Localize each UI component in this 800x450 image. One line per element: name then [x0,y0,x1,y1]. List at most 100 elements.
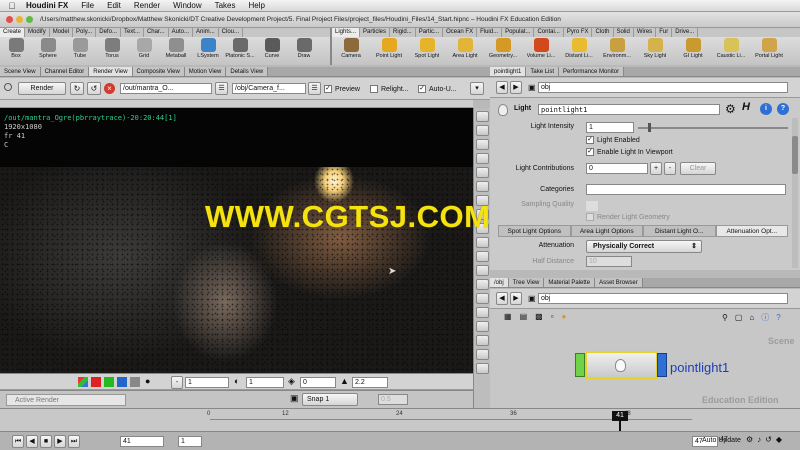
exposure-field[interactable]: 1 [185,377,229,388]
timeline[interactable]: 0 12 24 36 48 41 [0,408,800,431]
shelf-left-tab-poly[interactable]: Poly... [73,28,97,37]
shelf-right-tool-portal-light[interactable]: Portal Light [750,37,788,65]
network-list-icon[interactable]: ▦ [504,312,512,321]
view-icon[interactable] [476,349,489,360]
crop-icon[interactable] [476,153,489,164]
snapshot-icon[interactable]: ▣ [290,393,299,404]
keys-icon[interactable]: ◆ [776,435,782,444]
light-contributions-field[interactable]: 0 [586,163,648,174]
tab-material-palette[interactable]: Material Palette [544,278,596,287]
jump-start-icon[interactable]: ⏮ [12,435,24,448]
channels-icon[interactable] [476,307,489,318]
current-frame-marker[interactable]: 41 [612,411,628,421]
shelf-right-tool-volume-li[interactable]: Volume Li... [522,37,560,65]
alpha-channel-icon[interactable] [130,377,140,387]
shelf-right-tool-area-light[interactable]: Area Light [446,37,484,65]
clear-button[interactable]: Clear [680,162,716,175]
shelf-left-tab-anim[interactable]: Anim... [193,28,219,37]
shelf-right-tool-gi-light[interactable]: GI Light [674,37,712,65]
pan-icon[interactable] [476,111,489,122]
tab-composite-view[interactable]: Composite View [132,67,185,76]
shelf-left-tool-lsystem[interactable]: LSystem [192,37,224,65]
tab-tree-view[interactable]: Tree View [508,278,545,287]
shelf-right-tool-sky-light[interactable]: Sky Light [636,37,674,65]
pin-icon[interactable] [4,83,12,91]
shelf-left-tool-draw[interactable]: Draw [288,37,320,65]
sampling-quality-field[interactable] [586,201,598,211]
menu-edit[interactable]: Edit [107,1,121,10]
rop-chooser-icon[interactable]: ☰ [215,82,228,95]
light-enabled-toggle[interactable]: ✓ Light Enabled [586,136,640,144]
relight-checkbox[interactable] [370,85,378,93]
info-icon[interactable]: i [760,103,772,115]
camera-path-field[interactable]: /obj/Camera_f... [232,83,306,94]
shelf-left-tab-modify[interactable]: Modify [25,28,50,37]
network-zoom-icon[interactable]: ⚲ [722,313,728,322]
shelf-right-tab-particles[interactable]: Particles [360,28,391,37]
shelf-left-tool-torus[interactable]: Torus [96,37,128,65]
tab-channel-editor[interactable]: Channel Editor [40,67,90,76]
preview-toggle[interactable]: ✓ Preview [324,85,360,93]
offset-field[interactable]: 0 [300,377,336,388]
lut-gamma-field[interactable]: 2.2 [352,377,388,388]
menu-app[interactable]: Houdini FX [26,1,68,10]
network-tree-icon[interactable]: ▤ [520,312,528,321]
shelf-left-tab-char[interactable]: Char... [144,28,169,37]
subtab-attenuation-opt[interactable]: Attenuation Opt... [715,225,788,237]
refresh-icon[interactable]: ↻ [70,82,84,95]
tab-asset-browser[interactable]: Asset Browser [595,278,643,287]
shelf-right-tool-distant-li[interactable]: Distant Li... [560,37,598,65]
tab-motion-view[interactable]: Motion View [184,67,227,76]
render-image[interactable] [0,167,473,373]
node-body[interactable] [585,351,658,379]
region-icon[interactable] [476,139,489,150]
shelf-left-tab-model[interactable]: Model [50,28,74,37]
param-path-field[interactable]: obj [538,82,788,93]
subtab-distant-light-o[interactable]: Distant Light O... [643,225,716,237]
light-intensity-field[interactable]: 1 [586,122,634,133]
node-render-flag[interactable] [657,353,667,377]
rgb-channel-icon[interactable] [78,377,88,387]
add-contribution-button[interactable]: + [650,162,662,175]
shelf-right-tool-spot-light[interactable]: Spot Light [408,37,446,65]
shelf-right-tool-point-light[interactable]: Point Light [370,37,408,65]
render-light-geo-toggle[interactable]: Render Light Geometry [586,213,670,221]
shelf-left-tab-clou[interactable]: Clou... [219,28,244,37]
back-icon[interactable]: ◀ [496,81,508,94]
houdini-h-icon[interactable]: H [742,101,750,113]
menu-window[interactable]: Window [173,1,201,10]
loop-mode-icon[interactable]: ↺ [765,435,772,444]
jump-end-icon[interactable]: ⏭ [68,435,80,448]
network-info-icon[interactable]: ⓘ [761,312,769,323]
network-path-field[interactable]: obj [538,293,788,304]
shelf-left-tool-box[interactable]: Box [0,37,32,65]
gear-icon[interactable]: ⚙ [725,102,736,116]
tab-performance-monitor[interactable]: Performance Monitor [559,67,625,76]
render-viewer[interactable]: /out/mantra_Ogre(pbrraytrace)-20:20:44[1… [0,108,473,373]
shelf-left-tab-auto[interactable]: Auto... [169,28,193,37]
shelf-left-tool-grid[interactable]: Grid [128,37,160,65]
shelf-right-tab-fur[interactable]: Fur [656,28,673,37]
snapshot-icon[interactable] [476,167,489,178]
menu-takes[interactable]: Takes [215,1,236,10]
enable-viewport-checkbox[interactable]: ✓ [586,148,594,156]
shelf-right-tool-camera[interactable]: Camera [332,37,370,65]
more-icon[interactable] [476,363,489,374]
node-name-field[interactable]: pointlight1 [538,104,720,115]
network-frame-icon[interactable]: ▢ [735,313,743,322]
shelf-right-tab-drive[interactable]: Drive... [672,28,699,37]
network-material-icon[interactable]: ● [562,312,567,321]
snap-button[interactable]: Snap 1 [302,393,358,406]
compare-icon[interactable] [476,181,489,192]
network-editor[interactable]: ▦ ▤ ▩ ▫ ● ⚲ ▢ ⌂ ⓘ ? Scene pointlight1 Ed… [490,309,800,408]
lut-icon[interactable]: ▲ [340,376,349,386]
render-view-options-icon[interactable]: ▾ [470,82,484,95]
active-render-field[interactable]: Active Render [6,394,126,406]
minimize-window-icon[interactable] [16,16,23,23]
subtab-spot-light-options[interactable]: Spot Light Options [498,225,571,237]
red-channel-icon[interactable] [91,377,101,387]
pixel-icon[interactable] [476,279,489,290]
auto-update-toggle[interactable]: ✓ Auto-U... [418,85,457,93]
pointlight1-node[interactable] [575,351,667,381]
shelf-right-tab-rigid[interactable]: Rigid... [390,28,416,37]
